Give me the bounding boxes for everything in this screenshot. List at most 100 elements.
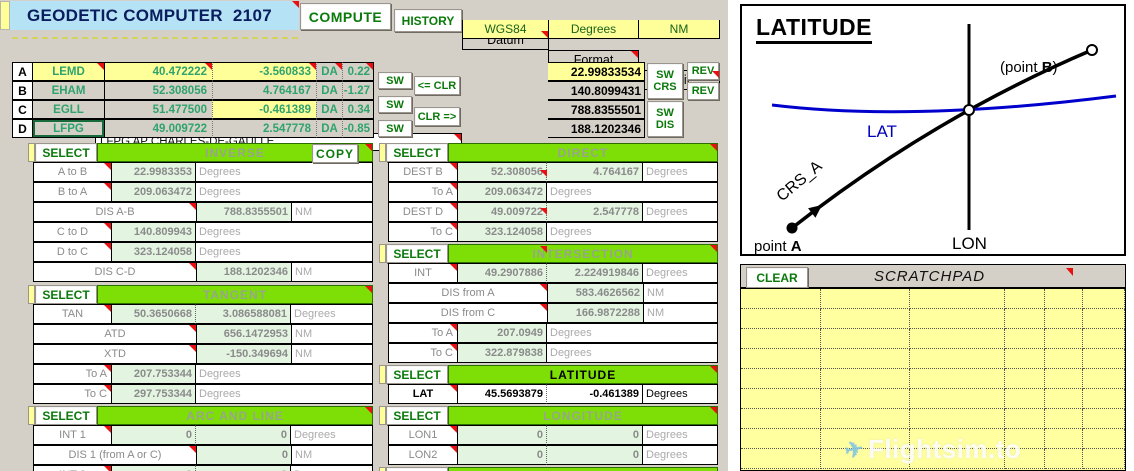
copy-button[interactable]: COPY (312, 144, 358, 163)
row-value[interactable]: 0 (457, 445, 547, 465)
wp-d-lat[interactable]: 49.009722 (105, 119, 212, 138)
scratchpad-cell[interactable] (821, 309, 910, 329)
wp-d-lon[interactable]: 2.547778 (212, 119, 316, 138)
scratchpad-cell[interactable] (1083, 449, 1125, 469)
scratchpad-cell[interactable] (741, 409, 821, 429)
dis-c-value[interactable]: 188.1202346 (548, 119, 645, 138)
scratchpad-cell[interactable] (1083, 389, 1125, 409)
row-value-2[interactable]: -0.461389 (546, 384, 643, 404)
wp-a-da-value[interactable]: 0.22 (342, 62, 374, 81)
wp-c-da-value[interactable]: 0.34 (342, 100, 374, 119)
row-value[interactable]: 49.009722 (457, 202, 547, 222)
scratchpad-cell[interactable] (910, 409, 1005, 429)
crs-c-value[interactable]: 140.8099431 (548, 81, 645, 100)
select-longitude-button[interactable]: SELECT (386, 406, 448, 425)
scratchpad-cell[interactable] (910, 289, 1005, 309)
select-latitude-button[interactable]: SELECT (386, 365, 448, 384)
scratchpad-cell[interactable] (741, 329, 821, 349)
wp-a-lon[interactable]: -3.560833 (212, 62, 316, 81)
scratchpad-cell[interactable] (1083, 409, 1125, 429)
scratchpad-cell[interactable] (821, 409, 910, 429)
scratchpad-cell[interactable] (741, 449, 821, 469)
scratchpad-cell[interactable] (741, 369, 821, 389)
row-value[interactable]: 45.5693879 (457, 384, 547, 404)
swap-ab-button[interactable]: SW (378, 72, 412, 89)
scratchpad-cell[interactable] (910, 389, 1005, 409)
scratchpad-cell[interactable] (910, 309, 1005, 329)
row-value[interactable]: 788.8355501 (196, 202, 292, 222)
row-value[interactable]: 322.879838 (457, 343, 547, 363)
scratchpad-cell[interactable] (1005, 289, 1045, 309)
row-value[interactable]: 297.753344 (111, 384, 196, 404)
scratchpad-cell[interactable] (1083, 289, 1125, 309)
scratchpad-cell[interactable] (1083, 349, 1125, 369)
scratchpad-cell[interactable] (1005, 389, 1045, 409)
compute-button[interactable]: COMPUTE (300, 3, 391, 30)
swap-crs-button[interactable]: SW CRS (647, 63, 683, 99)
wp-b-lat[interactable]: 52.308056 (105, 81, 212, 100)
row-value[interactable]: 209.063472 (111, 182, 196, 202)
wp-b-lon[interactable]: 4.764167 (212, 81, 316, 100)
scratchpad-cell[interactable] (741, 349, 821, 369)
row-value[interactable]: 0 (196, 445, 292, 465)
select-tangent-button[interactable]: SELECT (35, 285, 97, 304)
row-value[interactable]: 583.4626562 (547, 283, 644, 303)
row-value[interactable]: 323.124058 (111, 242, 196, 262)
scratchpad-cell[interactable] (1045, 289, 1083, 309)
scratchpad-cell[interactable] (741, 389, 821, 409)
dis-a-value[interactable]: 788.8355501 (548, 100, 645, 119)
scratchpad-cell[interactable] (741, 289, 821, 309)
wp-d-code[interactable]: LFPG (33, 119, 105, 138)
select-next-button[interactable]: SELECT (386, 467, 448, 471)
row-value[interactable]: 207.753344 (111, 364, 196, 384)
row-value-2[interactable]: 0 (195, 465, 291, 471)
row-value-2[interactable]: 4.764167 (546, 162, 643, 182)
row-value[interactable]: 0 (111, 465, 196, 471)
scratchpad-cell[interactable] (910, 329, 1005, 349)
wp-b-code[interactable]: EHAM (33, 81, 105, 100)
scratchpad-cell[interactable] (910, 369, 1005, 389)
scratchpad-cell[interactable] (821, 389, 910, 409)
scratchpad-cell[interactable] (741, 309, 821, 329)
datum-value[interactable]: WGS84 (462, 20, 549, 39)
wp-b-da-value[interactable]: -1.27 (342, 81, 374, 100)
format-value[interactable]: Degrees (548, 20, 639, 39)
scratchpad-cell[interactable] (1045, 309, 1083, 329)
row-value[interactable]: 656.1472953 (196, 324, 292, 344)
scratchpad-cell[interactable] (1005, 349, 1045, 369)
scratchpad-cell[interactable] (1045, 329, 1083, 349)
scratchpad-cell[interactable] (1005, 409, 1045, 429)
select-intersection-button[interactable]: SELECT (386, 244, 448, 263)
wp-a-lat[interactable]: 40.472222 (105, 62, 212, 81)
row-value[interactable]: 188.1202346 (196, 262, 292, 282)
row-value-2[interactable]: 0 (195, 425, 291, 445)
row-value[interactable]: 209.063472 (457, 182, 547, 202)
scratchpad-cell[interactable] (1045, 369, 1083, 389)
row-value[interactable]: 0 (111, 425, 196, 445)
select-direct-button[interactable]: SELECT (386, 143, 448, 162)
row-value[interactable]: 50.3650668 (111, 304, 196, 324)
row-value[interactable]: 0 (457, 425, 547, 445)
scratchpad-cell[interactable] (1045, 389, 1083, 409)
scratchpad-cell[interactable] (1045, 429, 1083, 449)
row-value[interactable]: 52.308056 (457, 162, 547, 182)
scratchpad-cell[interactable] (821, 369, 910, 389)
scratchpad-cell[interactable] (1083, 329, 1125, 349)
scratchpad-cell[interactable] (1005, 329, 1045, 349)
scratchpad-cell[interactable] (1083, 369, 1125, 389)
history-button[interactable]: HISTORY (394, 9, 462, 32)
row-value[interactable]: 166.9872288 (547, 303, 644, 323)
row-value-2[interactable]: 2.547778 (546, 202, 643, 222)
wp-c-lat[interactable]: 51.477500 (105, 100, 212, 119)
row-value-2[interactable]: 0 (546, 445, 643, 465)
clear-right-button[interactable]: CLR => (414, 107, 460, 126)
row-value[interactable]: 140.809943 (111, 222, 196, 242)
scratchpad-cell[interactable] (910, 349, 1005, 369)
scratchpad-cell[interactable] (821, 329, 910, 349)
row-value-2[interactable]: 3.086588081 (195, 304, 291, 324)
swap-cd-button[interactable]: SW (378, 120, 412, 137)
select-arc-button[interactable]: SELECT (35, 406, 97, 425)
scratchpad-cell[interactable] (1045, 409, 1083, 429)
scratchpad-cell[interactable] (1045, 449, 1083, 469)
scratchpad-cell[interactable] (1005, 369, 1045, 389)
